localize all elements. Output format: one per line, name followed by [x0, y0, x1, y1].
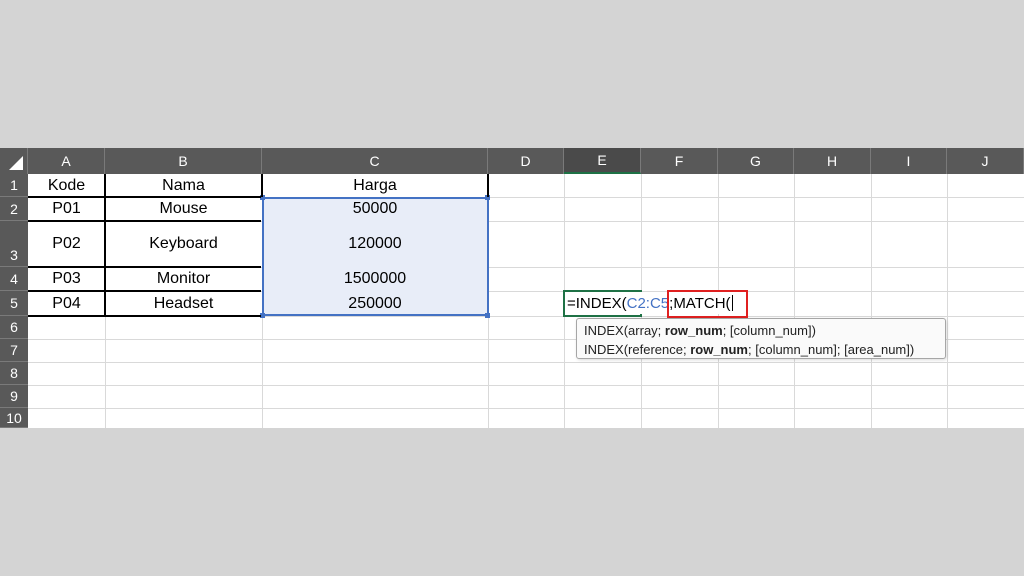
row-header-7[interactable]: 7	[0, 339, 28, 362]
cell-a1[interactable]: Kode	[28, 174, 105, 197]
column-header-i[interactable]: I	[871, 148, 947, 174]
column-header-h[interactable]: H	[794, 148, 871, 174]
cell-a4[interactable]: P03	[28, 267, 105, 291]
row-header-1[interactable]: 1	[0, 174, 28, 197]
gridline	[28, 408, 1024, 409]
cell-b2[interactable]: Mouse	[105, 197, 262, 221]
column-header-c[interactable]: C	[262, 148, 488, 174]
cell-b4[interactable]: Monitor	[105, 267, 262, 291]
gridline	[947, 174, 948, 428]
column-header-e[interactable]: E	[564, 148, 641, 174]
cell-b3[interactable]: Keyboard	[105, 221, 262, 267]
row-header-2[interactable]: 2	[0, 197, 28, 221]
select-all-corner[interactable]	[0, 148, 28, 174]
column-header-b[interactable]: B	[105, 148, 262, 174]
gridline	[28, 362, 1024, 363]
column-header-d[interactable]: D	[488, 148, 564, 174]
cell-a2[interactable]: P01	[28, 197, 105, 221]
row-header-8[interactable]: 8	[0, 362, 28, 385]
gridline	[871, 174, 872, 428]
cell-c1[interactable]: Harga	[262, 174, 488, 197]
cell-b5[interactable]: Headset	[105, 291, 262, 316]
cell-c3[interactable]: 120000	[262, 221, 488, 267]
column-header-f[interactable]: F	[641, 148, 718, 174]
select-all-triangle-icon	[9, 156, 23, 170]
row-header-5[interactable]: 5	[0, 291, 28, 316]
cell-a3[interactable]: P02	[28, 221, 105, 267]
column-header-g[interactable]: G	[718, 148, 794, 174]
function-tooltip: INDEX(array; row_num; [column_num]) INDE…	[576, 318, 946, 359]
cell-c5[interactable]: 250000	[262, 291, 488, 316]
formula-prefix: =INDEX(	[567, 294, 627, 312]
tooltip-line-index-array[interactable]: INDEX(array; row_num; [column_num])	[584, 321, 938, 340]
row-header-4[interactable]: 4	[0, 267, 28, 291]
formula-reference: C2:C5	[626, 294, 670, 312]
tooltip-line-index-reference[interactable]: INDEX(reference; row_num; [column_num]; …	[584, 340, 938, 359]
row-header-10[interactable]: 10	[0, 408, 28, 428]
highlight-box	[667, 290, 748, 318]
cell-b1[interactable]: Nama	[105, 174, 262, 197]
spreadsheet-grid[interactable]: A B C D E F G H I J 1 2 3 4 5 6 7 8 9 10…	[0, 148, 1024, 428]
gridline	[794, 174, 795, 428]
row-header-6[interactable]: 6	[0, 316, 28, 339]
gridline	[28, 385, 1024, 386]
column-header-j[interactable]: J	[947, 148, 1024, 174]
row-header-9[interactable]: 9	[0, 385, 28, 408]
row-header-3[interactable]: 3	[0, 221, 28, 267]
cell-c2[interactable]: 50000	[262, 197, 488, 221]
column-header-a[interactable]: A	[28, 148, 105, 174]
cell-a5[interactable]: P04	[28, 291, 105, 316]
cell-c4[interactable]: 1500000	[262, 267, 488, 291]
